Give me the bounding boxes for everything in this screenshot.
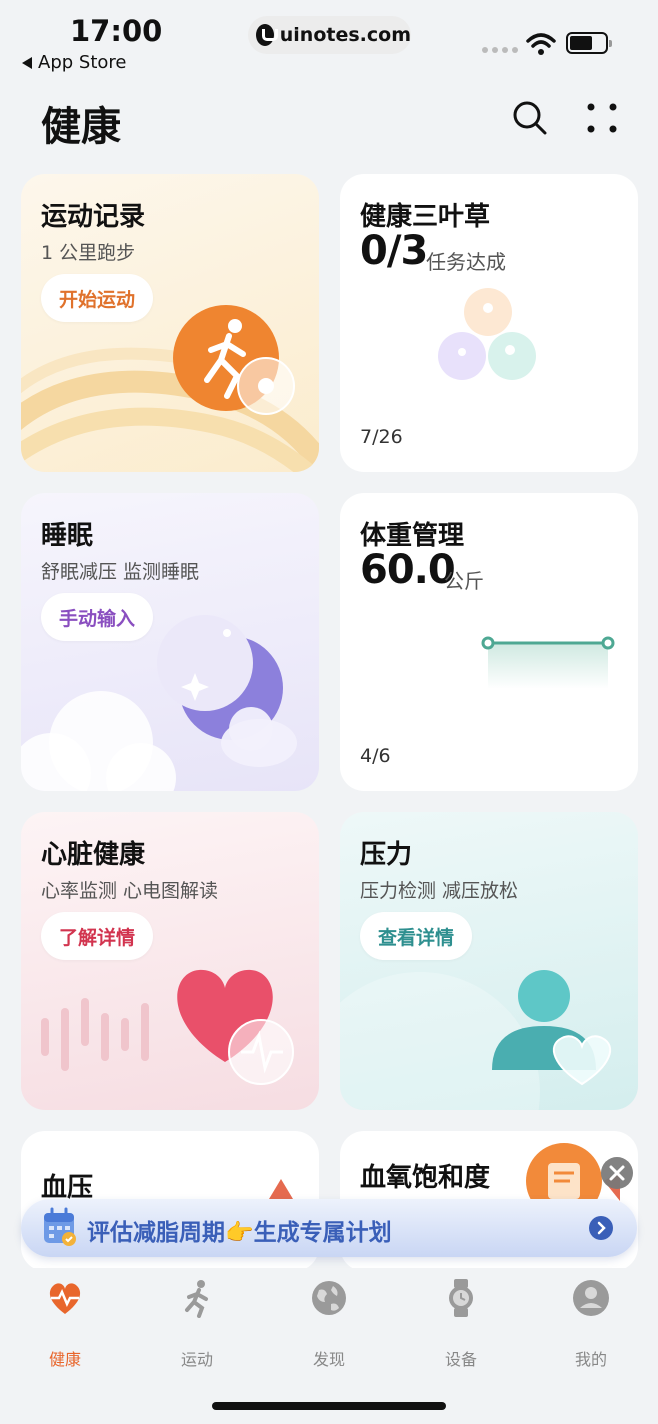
clover-leaves-icon bbox=[438, 288, 536, 380]
watch-icon bbox=[449, 1279, 473, 1317]
profile-icon bbox=[573, 1280, 609, 1316]
card-title: 压力 bbox=[360, 840, 413, 870]
chevron-right-icon bbox=[589, 1216, 613, 1240]
calendar-check-icon bbox=[44, 1207, 76, 1246]
card-title: 睡眠 bbox=[41, 521, 94, 551]
battery-icon bbox=[566, 32, 612, 54]
card-subtitle: 1 公里跑步 bbox=[41, 242, 136, 264]
status-bar: 17:00 App Store uinotes.com bbox=[0, 0, 658, 84]
back-to-app-link[interactable]: App Store bbox=[22, 52, 126, 73]
tab-exercise[interactable]: 运动 bbox=[152, 1278, 242, 1370]
grid-dots-icon[interactable] bbox=[586, 102, 618, 134]
tab-label: 发现 bbox=[312, 1350, 345, 1369]
weight-management-card[interactable]: 体重管理 60.0 公斤 4/6 bbox=[340, 493, 638, 791]
card-date: 4/6 bbox=[360, 745, 391, 767]
home-indicator[interactable] bbox=[212, 1402, 446, 1410]
globe-icon bbox=[312, 1281, 346, 1315]
runner-icon bbox=[185, 1280, 208, 1318]
back-arrow-icon bbox=[22, 56, 32, 69]
tab-discover[interactable]: 发现 bbox=[284, 1278, 374, 1370]
weight-value: 60.0 bbox=[360, 547, 456, 593]
tab-label: 设备 bbox=[444, 1350, 477, 1369]
stress-card[interactable]: 压力 压力检测 减压放松 查看详情 bbox=[340, 812, 638, 1110]
card-subtitle: 压力检测 减压放松 bbox=[360, 880, 519, 902]
tab-label: 健康 bbox=[48, 1350, 81, 1369]
bottom-tab-bar: 健康 运动 发现 设备 我的 bbox=[0, 1268, 658, 1424]
card-title: 血氧饱和度 bbox=[360, 1163, 491, 1193]
card-date: 7/26 bbox=[360, 426, 403, 448]
page-title: 健康 bbox=[41, 104, 121, 150]
sleep-card[interactable]: 睡眠 舒眠减压 监测睡眠 手动输入 bbox=[21, 493, 319, 791]
health-clover-card[interactable]: 健康三叶草 0/3 任务达成 7/26 bbox=[340, 174, 638, 472]
manual-input-button[interactable]: 手动输入 bbox=[41, 593, 154, 641]
card-subtitle: 舒眠减压 监测睡眠 bbox=[41, 561, 200, 583]
clover-progress-label: 任务达成 bbox=[426, 250, 506, 274]
weight-trend-sparkline bbox=[481, 636, 615, 689]
view-details-button[interactable]: 查看详情 bbox=[360, 912, 473, 960]
start-exercise-button[interactable]: 开始运动 bbox=[41, 274, 154, 322]
tab-label: 运动 bbox=[180, 1350, 213, 1369]
tab-label: 我的 bbox=[574, 1350, 607, 1369]
banner-text: 评估减脂周期👉生成专属计划 bbox=[87, 1220, 392, 1246]
back-app-label: App Store bbox=[38, 52, 127, 73]
tab-me[interactable]: 我的 bbox=[546, 1278, 636, 1370]
tab-devices[interactable]: 设备 bbox=[416, 1278, 506, 1370]
exercise-record-card[interactable]: 运动记录 1 公里跑步 开始运动 bbox=[21, 174, 319, 472]
close-banner-icon[interactable] bbox=[601, 1157, 633, 1189]
site-logo-icon bbox=[256, 24, 278, 46]
card-title: 运动记录 bbox=[41, 202, 146, 232]
heart-health-card[interactable]: 心脏健康 心率监测 心电图解读 了解详情 bbox=[21, 812, 319, 1110]
fat-loss-plan-banner[interactable]: 评估减脂周期👉生成专属计划 bbox=[21, 1199, 637, 1257]
card-subtitle: 心率监测 心电图解读 bbox=[41, 880, 219, 902]
status-time: 17:00 bbox=[70, 14, 163, 48]
cellular-signal-icon bbox=[482, 47, 518, 53]
url-pill: uinotes.com bbox=[248, 16, 411, 54]
card-title: 心脏健康 bbox=[41, 840, 146, 870]
tab-health[interactable]: 健康 bbox=[20, 1278, 110, 1370]
clover-progress-value: 0/3 bbox=[360, 228, 428, 274]
url-text: uinotes.com bbox=[279, 24, 411, 46]
learn-more-button[interactable]: 了解详情 bbox=[41, 912, 154, 960]
weight-unit: 公斤 bbox=[444, 569, 484, 593]
wifi-icon bbox=[526, 33, 556, 55]
search-icon[interactable] bbox=[512, 100, 548, 136]
heart-pulse-icon bbox=[49, 1283, 81, 1314]
